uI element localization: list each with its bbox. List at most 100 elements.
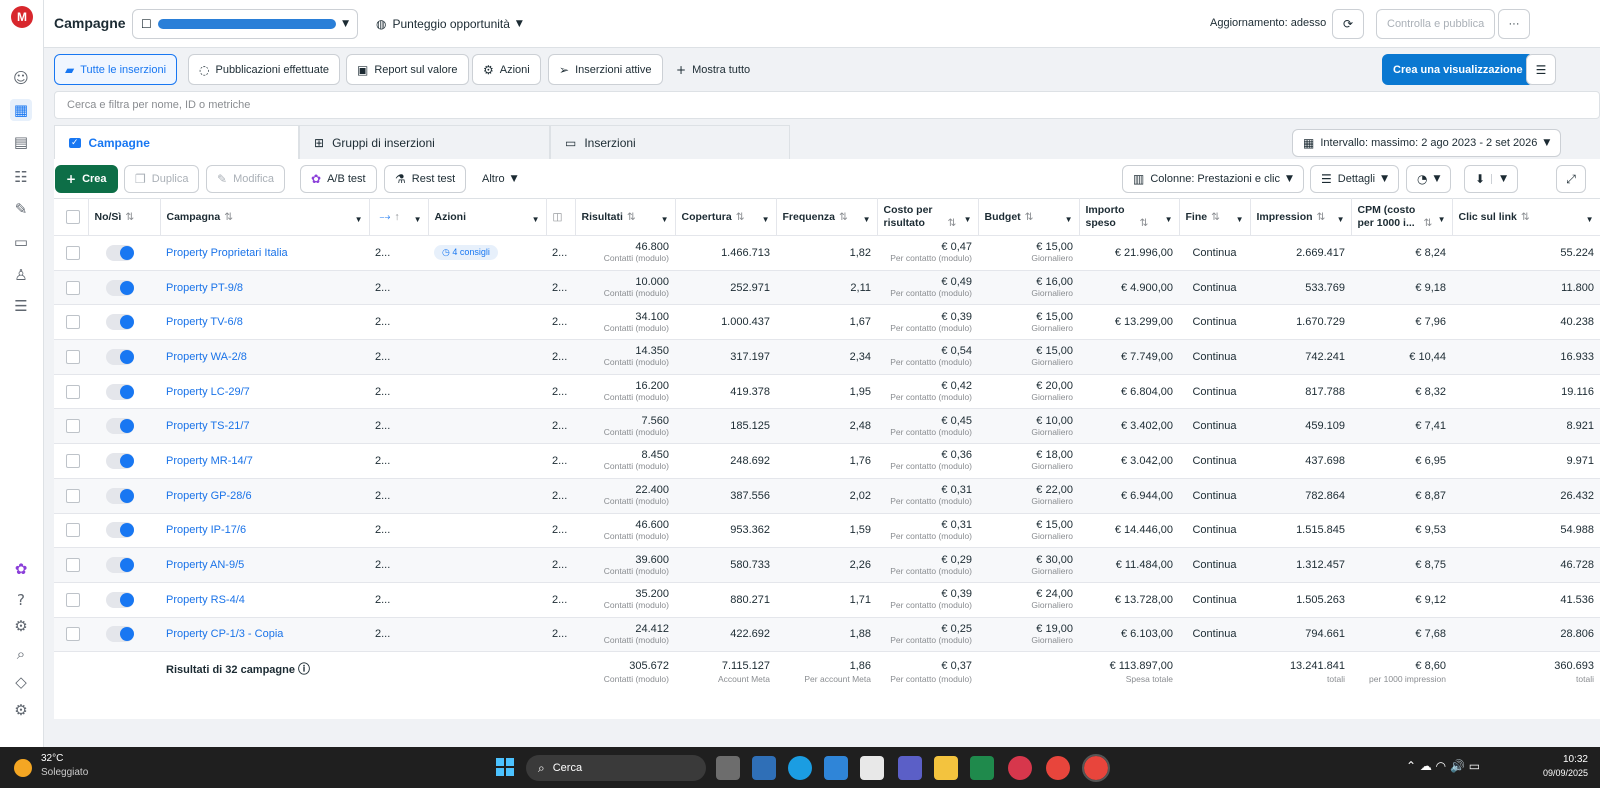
actions-cell[interactable] <box>428 513 546 549</box>
budget-cell[interactable]: € 15,00 Giornaliero <box>978 513 1079 549</box>
view-settings-button[interactable]: ☰ <box>1526 54 1556 85</box>
campaign-toggle[interactable] <box>106 452 134 469</box>
row-checkbox[interactable] <box>66 384 80 399</box>
view-active-ads[interactable]: ➢ Inserzioni attive <box>548 54 663 85</box>
taskbar-search[interactable]: ⌕ Cerca <box>526 755 706 781</box>
actions-cell[interactable] <box>428 304 546 341</box>
view-mode-button[interactable]: ◔ ▼ <box>1406 165 1452 193</box>
create-view-button[interactable]: Crea una visualizzazione <box>1382 54 1534 85</box>
col-cost-per-result[interactable]: Costo per risultato ⇅ ▼ <box>877 198 979 236</box>
view-actions[interactable]: ⚙ Azioni <box>472 54 541 85</box>
view-all-ads[interactable]: ▰ Tutte le inserzioni <box>54 54 178 85</box>
row-checkbox[interactable] <box>66 453 80 468</box>
row-select-cell[interactable] <box>54 478 88 514</box>
table-row[interactable]: Property GP-28/6 2... 2... 22.400 Contatti (… <box>54 478 1600 514</box>
actions-cell[interactable]: ◷ 4 consigli <box>428 235 546 271</box>
advantage-icon[interactable]: ✿ <box>10 558 32 580</box>
app-icon[interactable] <box>1008 756 1032 780</box>
row-toggle-cell[interactable] <box>88 513 160 549</box>
campaign-name-cell[interactable]: Property LC-29/7 <box>160 374 369 410</box>
table-row[interactable]: Property Proprietari Italia 2... ◷ 4 consi… <box>54 235 1600 271</box>
col-frequency[interactable]: Frequenza ⇅ ▼ <box>776 198 878 236</box>
row-toggle-cell[interactable] <box>88 235 160 271</box>
col-end[interactable]: Fine ⇅ ▼ <box>1179 198 1251 236</box>
budget-cell[interactable]: € 15,00 Giornaliero <box>978 304 1079 341</box>
edge-icon[interactable] <box>788 756 812 780</box>
campaign-toggle[interactable] <box>106 348 134 365</box>
budget-cell[interactable]: € 15,00 Giornaliero <box>978 339 1079 375</box>
audiences-icon[interactable]: ☷ <box>10 166 32 188</box>
campaign-name-link[interactable]: Property Proprietari Italia <box>166 247 288 259</box>
campaign-name-cell[interactable]: Property AN-9/5 <box>160 547 369 583</box>
table-row[interactable]: Property MR-14/7 2... 2... 8.450 Contatti (m… <box>54 443 1600 479</box>
catalog-icon[interactable]: ▤ <box>10 131 32 153</box>
row-select-cell[interactable] <box>54 443 88 479</box>
campaign-toggle[interactable] <box>106 418 134 435</box>
budget-value[interactable]: € 15,00 <box>1036 241 1073 253</box>
search-filter-input[interactable]: Cerca e filtra per nome, ID o metriche <box>54 91 1600 119</box>
campaign-name-cell[interactable]: Property TS-21/7 <box>160 408 369 445</box>
col-attribution[interactable]: ◫ <box>546 198 576 236</box>
table-row[interactable]: Property AN-9/5 2... 2... 39.600 Contatti (m… <box>54 547 1600 583</box>
col-amount-spent[interactable]: Importo speso ⇅ ▼ <box>1079 198 1180 236</box>
col-cpm[interactable]: CPM (costo per 1000 i... ⇅ ▼ <box>1351 198 1453 236</box>
more-button[interactable]: Altro ▼ <box>472 165 528 193</box>
budget-cell[interactable]: € 10,00 Giornaliero <box>978 408 1079 445</box>
edit-button[interactable]: ✎ Modifica <box>206 165 286 193</box>
row-toggle-cell[interactable] <box>88 547 160 583</box>
select-all-header[interactable] <box>54 198 89 236</box>
row-toggle-cell[interactable] <box>88 374 160 410</box>
actions-cell[interactable] <box>428 582 546 618</box>
budget-value[interactable]: € 16,00 <box>1036 276 1073 288</box>
columns-button[interactable]: ▥ Colonne: Prestazioni e clic ▼ <box>1122 165 1304 193</box>
campaign-name-link[interactable]: Property CP-1/3 - Copia <box>166 628 283 640</box>
col-delivery[interactable]: ⤍ ↑ ▼ <box>369 198 429 236</box>
campaigns-icon[interactable]: ▦ <box>10 99 32 121</box>
col-onoff[interactable]: No/Sì ⇅ <box>88 198 161 236</box>
campaign-name-link[interactable]: Property PT-9/8 <box>166 282 243 294</box>
budget-value[interactable]: € 22,00 <box>1036 484 1073 496</box>
budget-value[interactable]: € 24,00 <box>1036 588 1073 600</box>
table-row[interactable]: Property LC-29/7 2... 2... 16.200 Contatti (… <box>54 374 1600 410</box>
info-icon[interactable]: ⓘ <box>298 662 310 676</box>
actions-cell[interactable] <box>428 617 546 653</box>
row-toggle-cell[interactable] <box>88 582 160 618</box>
campaign-name-cell[interactable]: Property WA-2/8 <box>160 339 369 375</box>
budget-cell[interactable]: € 18,00 Giornaliero <box>978 443 1079 479</box>
campaign-name-link[interactable]: Property IP-17/6 <box>166 524 246 536</box>
task-view-icon[interactable] <box>716 756 740 780</box>
campaign-toggle[interactable] <box>106 244 134 261</box>
row-select-cell[interactable] <box>54 513 88 549</box>
table-row[interactable]: Property RS-4/4 2... 2... 35.200 Contatti (m… <box>54 582 1600 618</box>
view-published[interactable]: ◌ Pubblicazioni effettuate <box>188 54 341 85</box>
opportunity-score-button[interactable]: ◍ Punteggio opportunità ▼ <box>368 9 531 39</box>
tab-ad-sets[interactable]: ⊞ Gruppi di inserzioni <box>299 125 550 159</box>
col-reach[interactable]: Copertura ⇅ ▼ <box>675 198 777 236</box>
tab-campaigns[interactable]: ✓ Campagne <box>54 125 299 159</box>
campaign-toggle[interactable] <box>106 557 134 574</box>
refresh-button[interactable]: ⟳ <box>1332 9 1364 39</box>
chrome-active-icon[interactable] <box>1082 754 1110 782</box>
actions-cell[interactable] <box>428 408 546 445</box>
campaign-name-link[interactable]: Property WA-2/8 <box>166 351 247 363</box>
campaign-name-cell[interactable]: Property Proprietari Italia <box>160 235 369 271</box>
row-checkbox[interactable] <box>66 245 80 260</box>
budget-cell[interactable]: € 19,00 Giornaliero <box>978 617 1079 653</box>
select-all-checkbox[interactable] <box>66 210 80 224</box>
col-campaign[interactable]: Campagna ⇅ ▼ <box>160 198 370 236</box>
table-row[interactable]: Property TS-21/7 2... 2... 7.560 Contatti (m… <box>54 408 1600 445</box>
actions-cell[interactable] <box>428 478 546 514</box>
row-checkbox[interactable] <box>66 488 80 503</box>
actions-cell[interactable] <box>428 547 546 583</box>
campaign-name-link[interactable]: Property GP-28/6 <box>166 490 252 502</box>
campaign-name-cell[interactable]: Property CP-1/3 - Copia <box>160 617 369 653</box>
outlook-icon[interactable] <box>824 756 848 780</box>
campaign-name-link[interactable]: Property MR-14/7 <box>166 455 253 467</box>
actions-cell[interactable] <box>428 374 546 410</box>
row-select-cell[interactable] <box>54 270 88 306</box>
col-budget[interactable]: Budget ⇅ ▼ <box>978 198 1080 236</box>
row-checkbox[interactable] <box>66 280 80 295</box>
campaign-name-cell[interactable]: Property IP-17/6 <box>160 513 369 549</box>
row-toggle-cell[interactable] <box>88 617 160 653</box>
chrome-icon[interactable] <box>1046 756 1070 780</box>
